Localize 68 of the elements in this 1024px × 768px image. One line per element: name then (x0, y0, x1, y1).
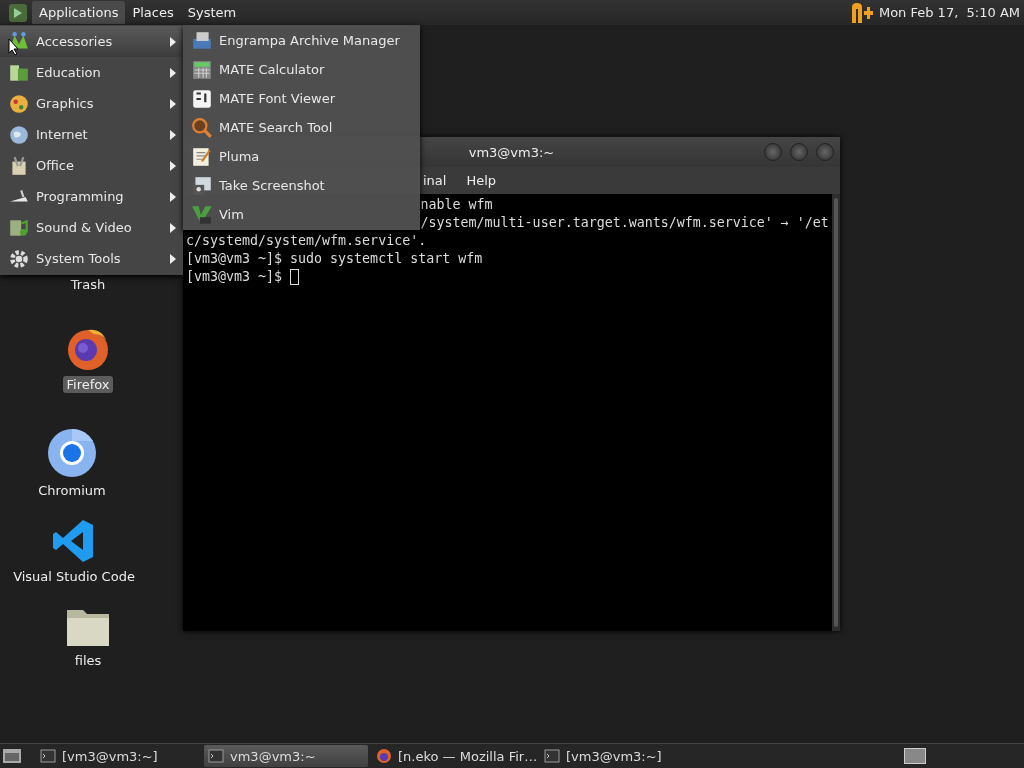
clock[interactable]: Mon Feb 17, 5:10 AM (878, 5, 1020, 20)
menu-item[interactable]: Office (0, 150, 183, 181)
screenshot-icon (191, 174, 213, 197)
scrollbar[interactable] (831, 194, 840, 631)
submenu-arrow-icon (169, 222, 177, 233)
desktop-icon-label[interactable]: Visual Studio Code (10, 568, 138, 585)
calculator-icon (191, 58, 213, 81)
show-desktop-icon[interactable] (2, 747, 22, 765)
workspace-switcher[interactable] (904, 748, 926, 764)
desktop-icon-label[interactable]: Firefox (63, 376, 113, 393)
menu-item[interactable]: Engrampa Archive Manager (183, 26, 420, 55)
terminal-icon (544, 748, 560, 764)
menu-item[interactable]: System Tools (0, 243, 183, 274)
menu-item[interactable]: Education (0, 57, 183, 88)
taskbar-button[interactable]: [n.eko — Mozilla Fir… (372, 745, 536, 767)
submenu-arrow-icon (169, 67, 177, 78)
terminal-icon (40, 748, 56, 764)
menu-logo-icon[interactable] (8, 2, 28, 23)
terminal-line: /system/multi-user.target.wants/wfm.service' → '/et (420, 214, 829, 232)
system-tools-icon (8, 247, 30, 270)
taskbar-button[interactable]: [vm3@vm3:~] (36, 745, 200, 767)
chromium-icon (47, 428, 97, 478)
submenu-arrow-icon (169, 191, 177, 202)
menu-item[interactable]: Graphics (0, 88, 183, 119)
desktop-icon-label[interactable]: Chromium (35, 482, 109, 499)
terminal-prompt: [vm3@vm3 ~]$ (186, 268, 284, 286)
menu-item[interactable]: Internet (0, 119, 183, 150)
menu-item[interactable]: MATE Search Tool (183, 113, 420, 142)
search-tool-icon (191, 116, 213, 139)
menu-item[interactable]: Vim (183, 200, 420, 229)
archive-manager-icon (191, 29, 213, 52)
firefox-icon (376, 748, 392, 764)
vim-icon (191, 203, 213, 226)
minimize-button[interactable] (764, 143, 782, 161)
submenu-arrow-icon (169, 36, 177, 47)
submenu-arrow-icon (169, 253, 177, 264)
menu-item[interactable]: Sound & Video (0, 212, 183, 243)
terminal-line: nable wfm (420, 196, 493, 214)
graphics-icon (8, 92, 30, 115)
text-editor-icon (191, 145, 213, 168)
menu-item[interactable]: MATE Font Viewer (183, 84, 420, 113)
desktop-icon-label[interactable]: files (71, 652, 105, 669)
maximize-button[interactable] (790, 143, 808, 161)
menu-bar-item[interactable]: Help (466, 173, 497, 188)
taskbar-button[interactable]: [vm3@vm3:~] (540, 745, 704, 767)
taskbar-button[interactable]: vm3@vm3:~ (204, 745, 368, 767)
submenu-arrow-icon (169, 160, 177, 171)
internet-icon (8, 123, 30, 146)
menu-item[interactable]: Programming (0, 181, 183, 212)
panel-menu[interactable]: Places (125, 1, 181, 24)
menu-bar-item[interactable]: inal (423, 173, 447, 188)
panel-menu[interactable]: Applications (32, 1, 126, 24)
close-button[interactable] (816, 143, 834, 161)
terminal-line: [vm3@vm3 ~]$ sudo systemctl start wfm (186, 250, 483, 268)
panel-menu[interactable]: System (180, 1, 244, 24)
terminal-line: c/systemd/system/wfm.service'. (186, 232, 427, 250)
window-title: vm3@vm3:~ (468, 144, 555, 160)
mouse-pointer-icon (8, 38, 20, 56)
submenu-arrow-icon (169, 129, 177, 140)
menu-item[interactable]: Accessories (0, 26, 183, 57)
submenu-arrow-icon (169, 98, 177, 109)
menu-item[interactable]: Take Screenshot (183, 171, 420, 200)
terminal-icon (208, 748, 224, 764)
menu-item[interactable]: MATE Calculator (183, 55, 420, 84)
menu-item[interactable]: Pluma (183, 142, 420, 171)
text-cursor (290, 269, 300, 285)
desktop-icon-label[interactable]: Trash (67, 276, 109, 293)
font-viewer-icon (191, 87, 213, 110)
